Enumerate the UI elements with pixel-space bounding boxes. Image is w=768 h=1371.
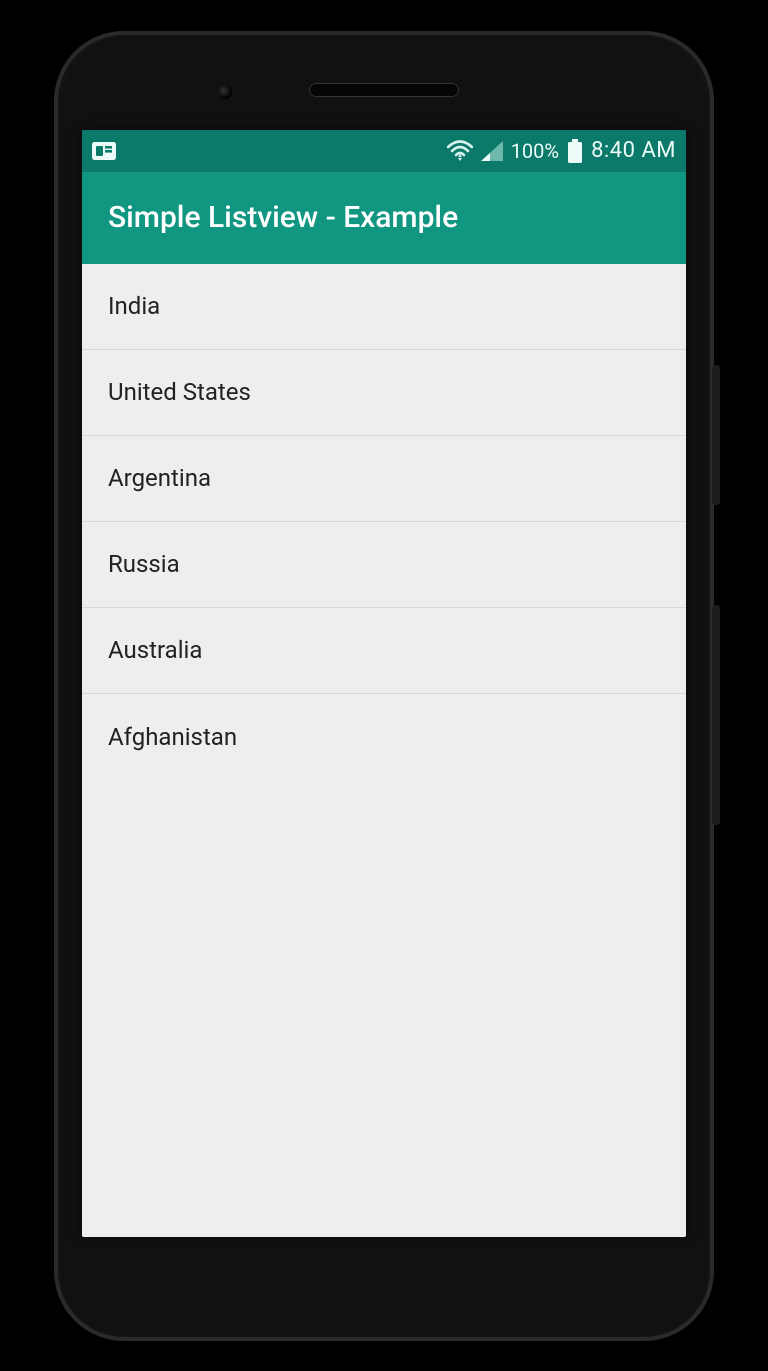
app-title: Simple Listview - Example — [108, 200, 458, 235]
list-item[interactable]: India — [82, 264, 686, 350]
device-screen: 100% 8:40 AM Simple Listview - Example I… — [82, 130, 686, 1237]
list-item-label: Afghanistan — [108, 723, 237, 751]
volume-button[interactable] — [712, 605, 720, 825]
status-left — [92, 142, 116, 160]
status-bar[interactable]: 100% 8:40 AM — [82, 130, 686, 172]
front-camera — [218, 85, 232, 99]
country-listview[interactable]: India United States Argentina Russia Aus… — [82, 264, 686, 1237]
list-item[interactable]: Australia — [82, 608, 686, 694]
status-clock: 8:40 AM — [591, 138, 676, 163]
list-item-label: Australia — [108, 636, 202, 664]
list-item[interactable]: Afghanistan — [82, 694, 686, 780]
wifi-icon — [447, 140, 473, 162]
earpiece — [309, 83, 459, 97]
list-item-label: Russia — [108, 550, 180, 578]
news-badge-icon — [92, 142, 116, 160]
list-item-label: India — [108, 292, 160, 320]
power-button[interactable] — [712, 365, 720, 505]
list-item[interactable]: Russia — [82, 522, 686, 608]
list-item[interactable]: United States — [82, 350, 686, 436]
battery-percent: 100% — [511, 139, 559, 163]
list-item[interactable]: Argentina — [82, 436, 686, 522]
list-item-label: Argentina — [108, 464, 211, 492]
status-right: 100% 8:40 AM — [447, 138, 676, 163]
phone-frame: 100% 8:40 AM Simple Listview - Example I… — [54, 31, 714, 1341]
list-item-label: United States — [108, 378, 251, 406]
battery-icon — [567, 139, 583, 163]
app-bar: Simple Listview - Example — [82, 172, 686, 264]
cell-signal-icon — [481, 141, 503, 161]
